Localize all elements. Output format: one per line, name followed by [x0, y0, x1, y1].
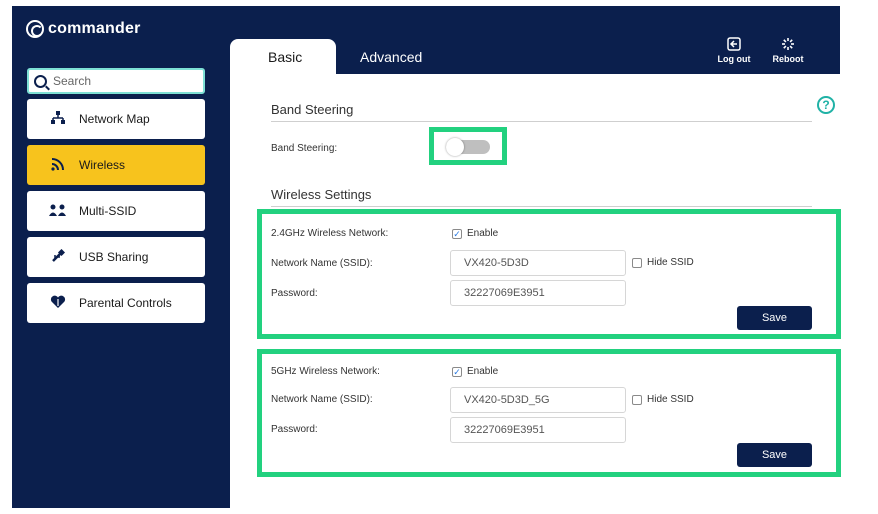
- hide-ssid-5ghz-checkbox[interactable]: [632, 395, 642, 405]
- section-divider: [271, 121, 812, 122]
- router-admin-window: commander Search Network Map Wireless Mu…: [12, 6, 852, 514]
- band-steering-highlight: [429, 127, 507, 165]
- brand-name: commander: [48, 20, 141, 37]
- sidebar-item-wireless[interactable]: Wireless: [27, 145, 205, 185]
- password-5ghz-input[interactable]: 32227069E3951: [450, 417, 626, 443]
- sidebar-item-multi-ssid[interactable]: Multi-SSID: [27, 191, 205, 231]
- usb-icon: [49, 248, 67, 266]
- sidebar-item-label: Multi-SSID: [79, 204, 137, 218]
- search-box[interactable]: Search: [27, 68, 205, 94]
- enable-5ghz-checkbox[interactable]: ✓: [452, 367, 462, 377]
- password-24ghz-input[interactable]: 32227069E3951: [450, 280, 626, 306]
- sidebar-item-label: Wireless: [79, 158, 126, 172]
- search-input[interactable]: Search: [53, 74, 91, 88]
- ssid-24ghz-label: Network Name (SSID):: [271, 258, 373, 269]
- enable-24ghz-checkbox[interactable]: ✓: [452, 229, 462, 239]
- commander-logo: commander: [26, 20, 141, 38]
- sidebar-item-label: USB Sharing: [79, 250, 149, 264]
- save-5ghz-button[interactable]: Save: [737, 443, 812, 467]
- multi-ssid-icon: [49, 203, 67, 220]
- sidebar-item-usb-sharing[interactable]: USB Sharing: [27, 237, 205, 277]
- band-steering-toggle[interactable]: [446, 138, 490, 156]
- wireless-icon: [49, 157, 67, 174]
- heart-shield-icon: [49, 295, 67, 312]
- hide-ssid-24ghz-checkbox[interactable]: [632, 258, 642, 268]
- ssid-5ghz-label: Network Name (SSID):: [271, 394, 373, 405]
- search-icon: [34, 74, 47, 88]
- hide-ssid-5ghz-label: Hide SSID: [647, 394, 694, 405]
- toggle-knob: [446, 138, 464, 156]
- wireless-settings-section-title: Wireless Settings: [271, 187, 372, 202]
- reboot-label: Reboot: [772, 54, 804, 64]
- password-24ghz-label: Password:: [271, 288, 318, 299]
- network-5ghz-label: 5GHz Wireless Network:: [271, 366, 380, 377]
- reboot-button[interactable]: Reboot: [770, 37, 806, 64]
- ssid-24ghz-input[interactable]: VX420-5D3D: [450, 250, 626, 276]
- network-24ghz-label: 2.4GHz Wireless Network:: [271, 228, 389, 239]
- logout-label: Log out: [717, 54, 751, 64]
- reboot-icon: [770, 37, 806, 54]
- network-5ghz-panel: 5GHz Wireless Network: ✓ Enable Network …: [257, 349, 841, 477]
- enable-24ghz-label: Enable: [467, 228, 499, 239]
- sidebar-item-label: Network Map: [79, 112, 150, 126]
- network-24ghz-panel: 2.4GHz Wireless Network: ✓ Enable Networ…: [257, 209, 841, 339]
- sidebar-nav: Network Map Wireless Multi-SSID USB Shar…: [27, 99, 205, 329]
- help-icon[interactable]: ?: [817, 96, 835, 114]
- sidebar-item-label: Parental Controls: [79, 296, 172, 310]
- ssid-5ghz-input[interactable]: VX420-5D3D_5G: [450, 387, 626, 413]
- save-24ghz-button[interactable]: Save: [737, 306, 812, 330]
- sidebar-item-parental-controls[interactable]: Parental Controls: [27, 283, 205, 323]
- network-map-icon: [49, 110, 67, 128]
- tab-basic[interactable]: Basic: [230, 39, 336, 74]
- logout-icon: [716, 37, 752, 54]
- commander-logo-icon: [26, 20, 44, 38]
- band-steering-section-title: Band Steering: [271, 102, 354, 117]
- section-divider: [271, 206, 812, 207]
- logout-button[interactable]: Log out: [716, 37, 752, 64]
- password-5ghz-label: Password:: [271, 424, 318, 435]
- band-steering-label: Band Steering:: [271, 143, 338, 154]
- sidebar-item-network-map[interactable]: Network Map: [27, 99, 205, 139]
- enable-5ghz-label: Enable: [467, 366, 499, 377]
- wireless-basic-panel: Band Steering ? Band Steering: Wireless …: [230, 74, 852, 514]
- hide-ssid-24ghz-label: Hide SSID: [647, 257, 694, 268]
- tab-advanced[interactable]: Advanced: [360, 39, 440, 74]
